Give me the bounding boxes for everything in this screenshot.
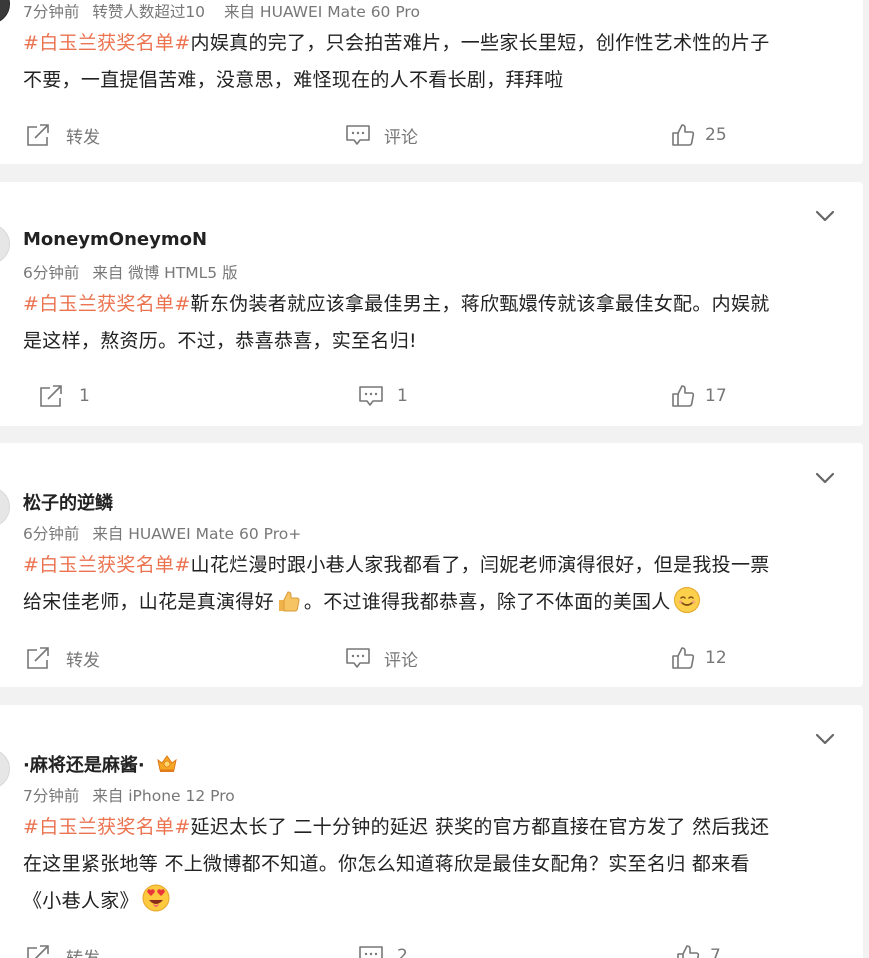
- post-text-line: 给宋佳老师，山花是真演得好: [23, 591, 274, 613]
- comment-icon: [359, 386, 383, 406]
- comment-icon: [346, 125, 370, 145]
- comment-label: 评论: [384, 127, 418, 148]
- post-text: #白玉兰获奖名单#山花烂漫时跟小巷人家我都看了，闫妮老师演得很好，但是我投一票 …: [23, 547, 833, 621]
- hashtag-link[interactable]: #白玉兰获奖名单#: [23, 293, 191, 315]
- like-button[interactable]: 25: [671, 115, 727, 155]
- post-text-line: 在这里紧张地等 不上微博都不知道。你怎么知道蒋欣是最佳女配角？实至名归 都来看: [23, 853, 750, 875]
- post-source: 来自 HUAWEI Mate 60 Pro+: [92, 525, 302, 543]
- post-card: ·麻将还是麻酱· 7分钟前 来自 iPhone 12 Pro #白玉兰获奖名单#…: [0, 705, 863, 958]
- post-text-line: 不要，一直提倡苦难，没意思，难怪现在的人不看长剧，拜拜啦: [23, 69, 564, 91]
- post-text-line: 靳东伪装者就应该拿最佳男主，蒋欣甄嬛传就该拿最佳女配。内娱就: [190, 293, 770, 315]
- username[interactable]: 松子的逆鳞: [23, 489, 113, 515]
- post-actions: 转发 评论 12: [0, 638, 863, 678]
- repost-count-note: 转赞人数超过10: [92, 3, 206, 21]
- chevron-down-icon[interactable]: [813, 204, 837, 228]
- chevron-down-icon[interactable]: [813, 727, 837, 751]
- smile-emoji-icon: [673, 587, 700, 613]
- avatar[interactable]: [0, 487, 10, 527]
- repost-label: 转发: [66, 127, 100, 148]
- repost-label: 转发: [66, 944, 100, 958]
- post-source: 来自 微博 HTML5 版: [92, 264, 238, 282]
- avatar[interactable]: [0, 224, 10, 264]
- post-card: 松子的逆鳞 6分钟前 来自 HUAWEI Mate 60 Pro+ #白玉兰获奖…: [0, 443, 863, 687]
- post-text-line: 山花烂漫时跟小巷人家我都看了，闫妮老师演得很好，但是我投一票: [190, 554, 770, 576]
- crown-badge-icon: [156, 755, 177, 772]
- comment-button[interactable]: 1: [359, 376, 408, 416]
- comment-button[interactable]: 评论: [346, 115, 418, 155]
- repost-label: 转发: [66, 650, 100, 671]
- like-count: 7: [710, 946, 721, 958]
- username-text: ·麻将还是麻酱·: [23, 755, 145, 776]
- post-text: #白玉兰获奖名单#内娱真的完了，只会拍苦难片，一些家长里短，创作性艺术性的片子 …: [23, 25, 833, 99]
- thumbs-up-emoji-icon: [278, 591, 300, 612]
- repost-icon: [27, 647, 49, 669]
- post-text-line: 《小巷人家》: [23, 890, 139, 912]
- post-actions: 转发 2 7: [0, 936, 863, 958]
- hashtag-link[interactable]: #白玉兰获奖名单#: [23, 816, 191, 838]
- post-time: 7分钟前: [23, 3, 80, 21]
- comment-icon: [359, 946, 383, 958]
- comment-count: 2: [397, 946, 408, 958]
- repost-icon: [40, 385, 62, 407]
- like-icon: [672, 385, 695, 407]
- post-time: 6分钟前: [23, 264, 80, 282]
- post-text-line: 内娱真的完了，只会拍苦难片，一些家长里短，创作性艺术性的片子: [190, 32, 770, 54]
- post-card: MoneymOneymoN 6分钟前 来自 微博 HTML5 版 #白玉兰获奖名…: [0, 182, 863, 426]
- post-card: 7分钟前 转赞人数超过10 来自 HUAWEI Mate 60 Pro #白玉兰…: [0, 0, 863, 164]
- like-icon: [677, 945, 700, 958]
- repost-icon: [27, 945, 49, 958]
- like-button[interactable]: 12: [671, 638, 727, 678]
- comment-count: 1: [397, 386, 408, 406]
- repost-icon: [27, 124, 49, 146]
- heart-eyes-emoji-icon: [142, 884, 170, 912]
- post-meta: 6分钟前 来自 微博 HTML5 版: [23, 261, 238, 283]
- username[interactable]: MoneymOneymoN: [23, 229, 207, 250]
- hashtag-link[interactable]: #白玉兰获奖名单#: [23, 32, 191, 54]
- like-count: 12: [705, 648, 727, 668]
- comment-icon: [346, 648, 370, 668]
- chevron-down-icon[interactable]: [813, 466, 837, 490]
- avatar[interactable]: [0, 0, 10, 24]
- post-time: 6分钟前: [23, 525, 80, 543]
- weibo-feed: 7分钟前 转赞人数超过10 来自 HUAWEI Mate 60 Pro #白玉兰…: [0, 0, 869, 958]
- like-count: 25: [705, 125, 727, 145]
- post-text-line: 。不过谁得我都恭喜，除了不体面的美国人: [303, 591, 671, 613]
- comment-label: 评论: [384, 650, 418, 671]
- post-source: 来自 iPhone 12 Pro: [92, 787, 235, 805]
- repost-button[interactable]: 1: [39, 376, 90, 416]
- comment-button[interactable]: 评论: [346, 638, 418, 678]
- like-button[interactable]: 17: [671, 376, 727, 416]
- post-source: 来自 HUAWEI Mate 60 Pro: [223, 3, 420, 21]
- like-icon: [672, 647, 695, 669]
- post-meta: 6分钟前 来自 HUAWEI Mate 60 Pro+: [23, 522, 301, 544]
- repost-count: 1: [79, 386, 90, 406]
- post-meta: 7分钟前 来自 iPhone 12 Pro: [23, 784, 235, 806]
- post-text: #白玉兰获奖名单#靳东伪装者就应该拿最佳男主，蒋欣甄嬛传就该拿最佳女配。内娱就 …: [23, 286, 833, 360]
- repost-button[interactable]: 转发: [26, 936, 100, 958]
- post-actions: 转发 评论 25: [0, 115, 863, 155]
- post-meta: 7分钟前 转赞人数超过10 来自 HUAWEI Mate 60 Pro: [23, 0, 420, 22]
- post-actions: 1 1 17: [0, 376, 863, 416]
- repost-button[interactable]: 转发: [26, 115, 100, 155]
- post-time: 7分钟前: [23, 787, 80, 805]
- comment-button[interactable]: 2: [359, 936, 408, 958]
- like-icon: [672, 124, 695, 146]
- post-text-line: 延迟太长了 二十分钟的延迟 获奖的官方都直接在官方发了 然后我还: [190, 816, 770, 838]
- repost-button[interactable]: 转发: [26, 638, 100, 678]
- avatar[interactable]: [0, 749, 10, 789]
- post-text-line: 是这样，熬资历。不过，恭喜恭喜，实至名归!: [23, 330, 417, 352]
- like-button[interactable]: 7: [676, 936, 721, 958]
- post-text: #白玉兰获奖名单#延迟太长了 二十分钟的延迟 获奖的官方都直接在官方发了 然后我…: [23, 809, 833, 920]
- like-count: 17: [705, 386, 727, 406]
- hashtag-link[interactable]: #白玉兰获奖名单#: [23, 554, 191, 576]
- username[interactable]: ·麻将还是麻酱·: [23, 751, 179, 777]
